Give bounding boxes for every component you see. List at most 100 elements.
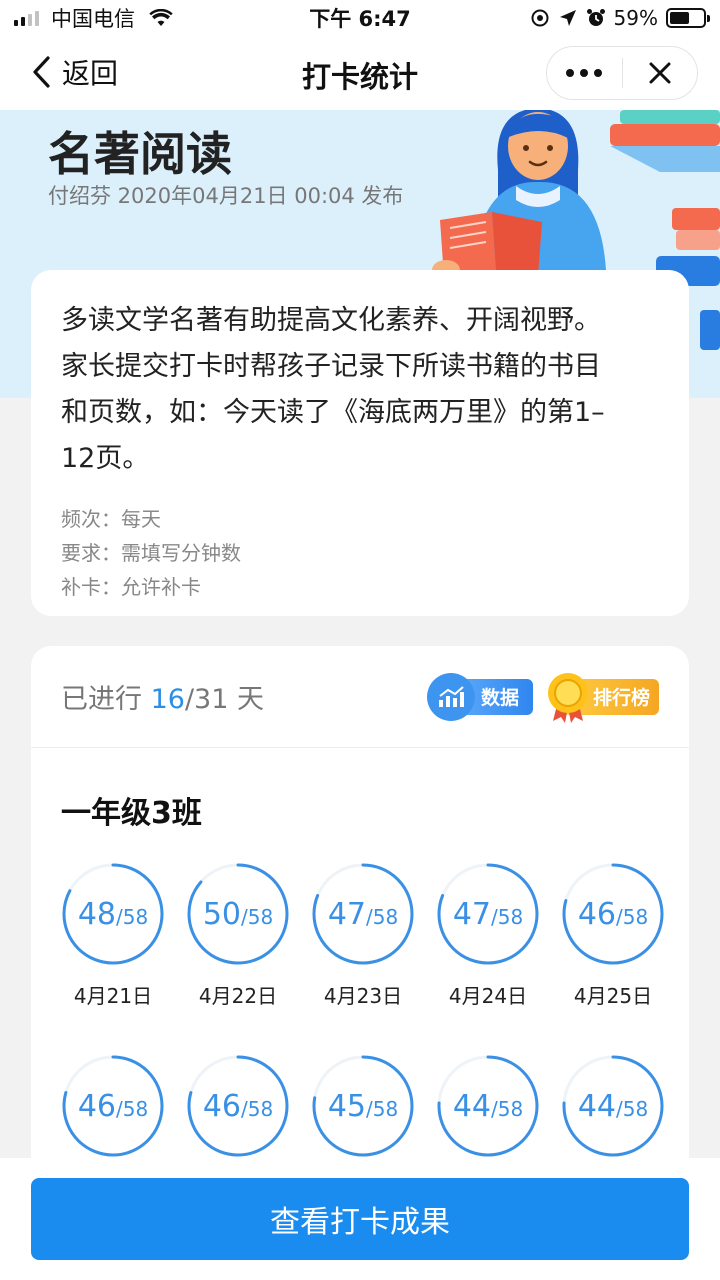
checkin-total: /58 (491, 905, 524, 929)
status-right: 59% (530, 6, 710, 30)
checkin-count: 46 (77, 1088, 116, 1124)
description-line: 多读文学名著有助提高文化素养、开阔视野。 (61, 305, 601, 336)
checkin-date: 4月22日 (198, 984, 278, 1008)
more-button[interactable] (547, 47, 622, 99)
leaderboard-button[interactable]: 排行榜 (548, 672, 659, 723)
location-icon (531, 9, 549, 27)
view-results-button[interactable]: 查看打卡成果 (31, 1178, 689, 1260)
checkin-count-label: 45/58 (311, 1054, 415, 1158)
day-checkin-item[interactable]: 47/58 4月24日 (436, 862, 540, 1009)
bottom-bar: 查看打卡成果 (0, 1158, 720, 1280)
description-text: 多读文学名著有助提高文化素养、开阔视野。 家长提交打卡时帮孩子记录下所读书籍的书… (61, 298, 659, 482)
carrier-label: 中国电信 (51, 7, 135, 31)
progress-ring: 46/58 (186, 1054, 290, 1158)
checkin-count: 47 (327, 896, 366, 932)
activity-description-card: 多读文学名著有助提高文化素养、开阔视野。 家长提交打卡时帮孩子记录下所读书籍的书… (31, 270, 689, 616)
checkin-date: 4月25日 (573, 984, 653, 1008)
checkin-count: 45 (327, 1088, 366, 1124)
stats-header: 已进行 16/31 天 数据 排行榜 (31, 646, 689, 748)
close-button[interactable] (623, 47, 698, 99)
checkin-total: /58 (491, 1097, 524, 1121)
class-name: 一年级3班 (61, 796, 202, 831)
stats-actions: 数据 排行榜 (427, 672, 659, 723)
checkin-count-label: 46/58 (186, 1054, 290, 1158)
medal-icon (548, 672, 588, 723)
progress-ring: 47/58 (436, 862, 540, 966)
checkin-total: /58 (366, 1097, 399, 1121)
day-checkin-item[interactable]: 45/58 (311, 1054, 415, 1158)
checkin-total: /58 (616, 1097, 649, 1121)
mini-program-capsule (546, 46, 698, 100)
rules-list: 频次：每天 要求：需填写分钟数 补卡：允许补卡 (61, 502, 659, 604)
data-button-label: 数据 (481, 687, 520, 709)
description-line: 家长提交打卡时帮孩子记录下所读书籍的书目 (61, 351, 601, 382)
progress-ring: 47/58 (311, 862, 415, 966)
progress-ring: 45/58 (311, 1054, 415, 1158)
nav-bar: 返回 打卡统计 (0, 36, 720, 110)
checkin-count-label: 47/58 (311, 862, 415, 966)
progress-ring: 46/58 (61, 1054, 165, 1158)
checkin-count-label: 47/58 (436, 862, 540, 966)
progress-ring: 50/58 (186, 862, 290, 966)
checkin-total: /58 (366, 905, 399, 929)
progress-current: 16 (150, 684, 185, 715)
data-button[interactable]: 数据 (427, 672, 533, 721)
checkin-total: /58 (116, 905, 149, 929)
checkin-count-label: 44/58 (436, 1054, 540, 1158)
status-left: 中国电信 (14, 3, 173, 33)
stats-card: 已进行 16/31 天 数据 排行榜 一年级3班 48 /58 4月21日 50… (31, 646, 689, 1246)
status-bar: 中国电信 下午 6:47 59% (0, 0, 720, 36)
activity-meta: 付绍芬 2020年04月21日 00:04 发布 (48, 184, 404, 208)
more-dots-icon (566, 69, 603, 77)
checkin-date: 4月21日 (73, 984, 153, 1008)
checkin-date: 4月23日 (323, 984, 403, 1008)
navigation-arrow-icon (559, 10, 576, 26)
progress-prefix: 已进行 (61, 684, 151, 715)
day-checkin-item[interactable]: 50/58 4月22日 (186, 862, 290, 1009)
checkin-count: 46 (577, 896, 616, 932)
leaderboard-button-label: 排行榜 (593, 687, 651, 709)
rule-makeup: 补卡：允许补卡 (61, 575, 201, 599)
checkin-count: 44 (577, 1088, 616, 1124)
activity-title: 名著阅读 (48, 127, 232, 181)
checkin-count-label: 48/58 (61, 862, 165, 966)
checkin-count-label: 46/58 (561, 862, 665, 966)
battery-fill (670, 12, 689, 24)
progress-ring: 44/58 (561, 1054, 665, 1158)
checkin-total: /58 (116, 1097, 149, 1121)
checkin-count-label: 50/58 (186, 862, 290, 966)
day-checkin-item[interactable]: 44/58 (436, 1054, 540, 1158)
battery-percent: 59% (613, 6, 658, 30)
progress-rest: /31 天 (184, 684, 264, 715)
checkin-count: 46 (202, 1088, 241, 1124)
rule-requirement: 要求：需填写分钟数 (61, 541, 241, 565)
checkin-count: 47 (452, 896, 491, 932)
day-checkin-item[interactable]: 44/58 (561, 1054, 665, 1158)
checkin-count: 50 (202, 896, 241, 932)
day-checkin-item[interactable]: 46/58 (186, 1054, 290, 1158)
progress-ring: 46/58 (561, 862, 665, 966)
progress-ring: 44/58 (436, 1054, 540, 1158)
day-checkin-item[interactable]: 47/58 4月23日 (311, 862, 415, 1009)
checkin-count: 44 (452, 1088, 491, 1124)
chart-icon (427, 672, 475, 721)
signal-icon (14, 10, 39, 26)
battery-icon (666, 8, 710, 28)
close-icon (649, 62, 671, 84)
day-checkin-item[interactable]: 46/58 4月25日 (561, 862, 665, 1009)
checkin-count: 48 (77, 896, 116, 932)
alarm-icon (586, 9, 605, 26)
checkin-total: /58 (241, 1097, 274, 1121)
progress-ring: 48/58 (61, 862, 165, 966)
day-checkin-item[interactable]: 46/58 (61, 1054, 165, 1158)
checkin-total: /58 (241, 905, 274, 929)
description-line: 12页。 (61, 443, 150, 474)
checkin-total: /58 (616, 905, 649, 929)
description-line: 和页数，如：今天读了《海底两万里》的第1– (61, 397, 605, 428)
day-checkin-item[interactable]: 48/58 4月21日 (61, 862, 165, 1009)
checkin-count-label: 44/58 (561, 1054, 665, 1158)
checkin-date: 4月24日 (448, 984, 528, 1008)
rule-frequency: 频次：每天 (61, 507, 161, 531)
checkin-count-label: 46/58 (61, 1054, 165, 1158)
wifi-icon (149, 9, 173, 26)
